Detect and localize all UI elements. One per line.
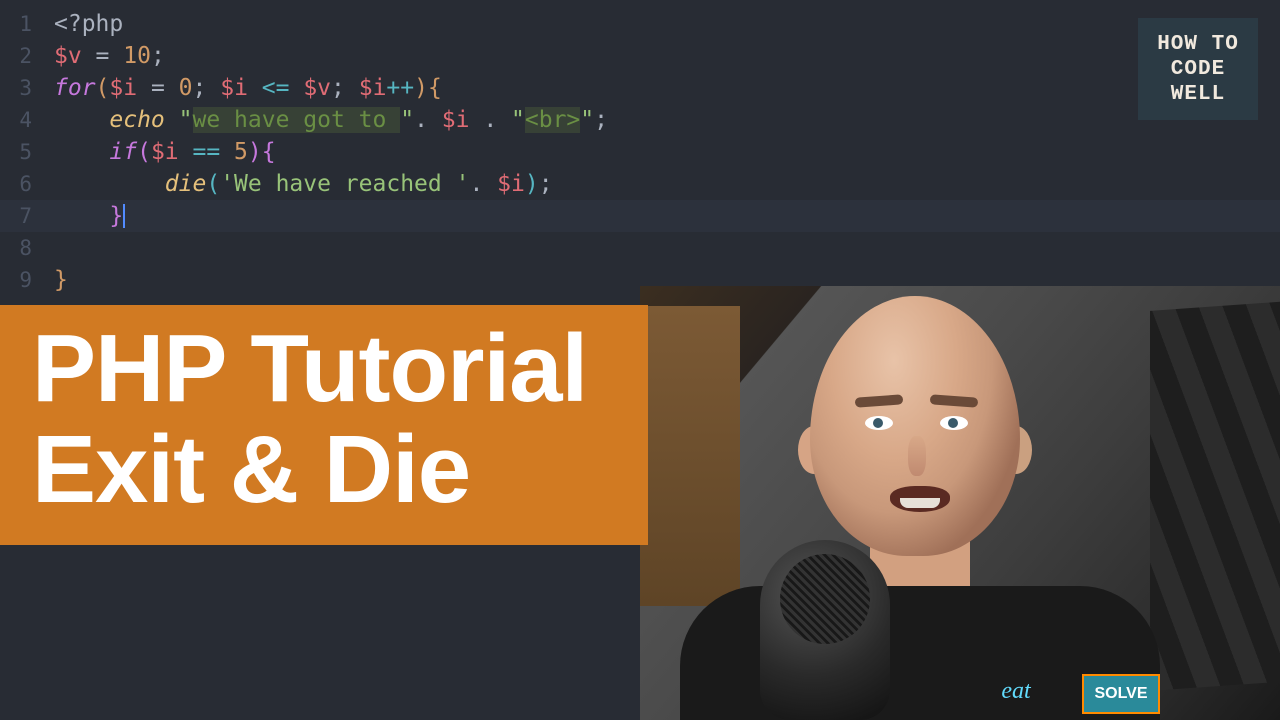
code-line-7[interactable]: 7 } [0, 200, 1280, 232]
line-number: 1 [0, 12, 40, 36]
code-content: echo "we have got to ". $i . "<br>"; [40, 107, 608, 133]
code-line-2[interactable]: 2 $v = 10; [0, 40, 1280, 72]
presenter-eye [865, 416, 893, 430]
code-content: } [40, 267, 68, 293]
code-content: <?php [40, 11, 123, 37]
line-number: 9 [0, 268, 40, 292]
badge-line-2: CODE [1171, 58, 1225, 81]
code-line-4[interactable]: 4 echo "we have got to ". $i . "<br>"; [0, 104, 1280, 136]
line-number: 6 [0, 172, 40, 196]
code-line-3[interactable]: 3 for($i = 0; $i <= $v; $i++){ [0, 72, 1280, 104]
acoustic-foam [1150, 301, 1280, 691]
code-content: $v = 10; [40, 43, 165, 69]
badge-line-3: WELL [1171, 83, 1225, 106]
line-number: 2 [0, 44, 40, 68]
line-number: 3 [0, 76, 40, 100]
shirt-text-1: eat [972, 674, 1060, 708]
webcam-overlay: eat SOLVE [640, 286, 1280, 720]
line-number: 7 [0, 204, 40, 228]
shirt-text-2: SOLVE [1082, 674, 1160, 714]
presenter-head [810, 296, 1020, 556]
presenter-eye [940, 416, 968, 430]
title-line-2: Exit & Die [32, 420, 616, 521]
code-content: die('We have reached '. $i); [40, 171, 553, 197]
code-content: if($i == 5){ [40, 139, 276, 165]
line-number: 5 [0, 140, 40, 164]
line-number: 8 [0, 236, 40, 260]
code-line-6[interactable]: 6 die('We have reached '. $i); [0, 168, 1280, 200]
video-title-banner: PHP Tutorial Exit & Die [0, 305, 648, 545]
presenter-nose [908, 436, 926, 476]
code-content: } [40, 203, 125, 229]
code-line-1[interactable]: 1 <?php [0, 8, 1280, 40]
code-line-8[interactable]: 8 [0, 232, 1280, 264]
line-number: 4 [0, 108, 40, 132]
code-content: for($i = 0; $i <= $v; $i++){ [40, 75, 442, 101]
presenter-mouth [890, 486, 950, 512]
background-door [640, 306, 740, 606]
microphone [760, 540, 890, 720]
channel-badge: HOW TO CODE WELL [1138, 18, 1258, 120]
code-editor[interactable]: 1 <?php 2 $v = 10; 3 for($i = 0; $i <= $… [0, 0, 1280, 296]
code-line-5[interactable]: 5 if($i == 5){ [0, 136, 1280, 168]
title-line-1: PHP Tutorial [32, 319, 616, 420]
badge-line-1: HOW TO [1157, 33, 1239, 56]
text-cursor [123, 204, 125, 228]
